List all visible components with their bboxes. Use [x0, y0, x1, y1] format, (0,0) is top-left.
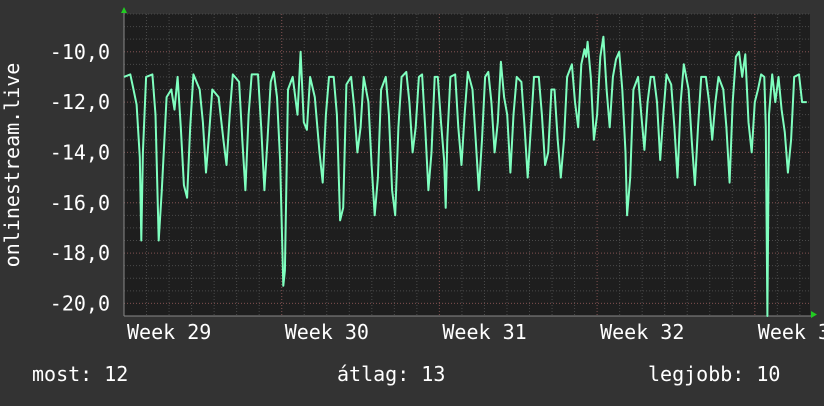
- y-axis-label: onlinestream.live: [0, 63, 24, 268]
- y-tick-label: -12,0: [50, 90, 110, 114]
- y-tick-label: -18,0: [50, 241, 110, 265]
- x-tick-label: Week 3: [758, 320, 824, 344]
- x-axis-arrow: [811, 311, 817, 318]
- x-tick-label: Week 31: [442, 320, 526, 344]
- chart-panel: -10,0 -12,0 -14,0 -16,0 -18,0 -20,0 Week 29 Wee…: [0, 0, 824, 402]
- x-tick-label: Week 29: [127, 320, 211, 344]
- y-axis-arrow: [121, 7, 127, 13]
- y-tick-label: -10,0: [50, 40, 110, 64]
- stat-average: átlag: 13: [337, 362, 446, 386]
- y-tick-label: -14,0: [50, 140, 110, 164]
- y-tick-label: -20,0: [50, 291, 110, 315]
- stat-current: most: 12: [32, 362, 129, 386]
- line-chart: -10,0 -12,0 -14,0 -16,0 -18,0 -20,0 Week 29 Wee…: [0, 7, 824, 344]
- x-tick-label: Week 30: [285, 320, 369, 344]
- y-tick-label: -16,0: [50, 191, 110, 215]
- x-tick-label: Week 32: [600, 320, 684, 344]
- stat-best: legjobb: 10: [648, 362, 781, 386]
